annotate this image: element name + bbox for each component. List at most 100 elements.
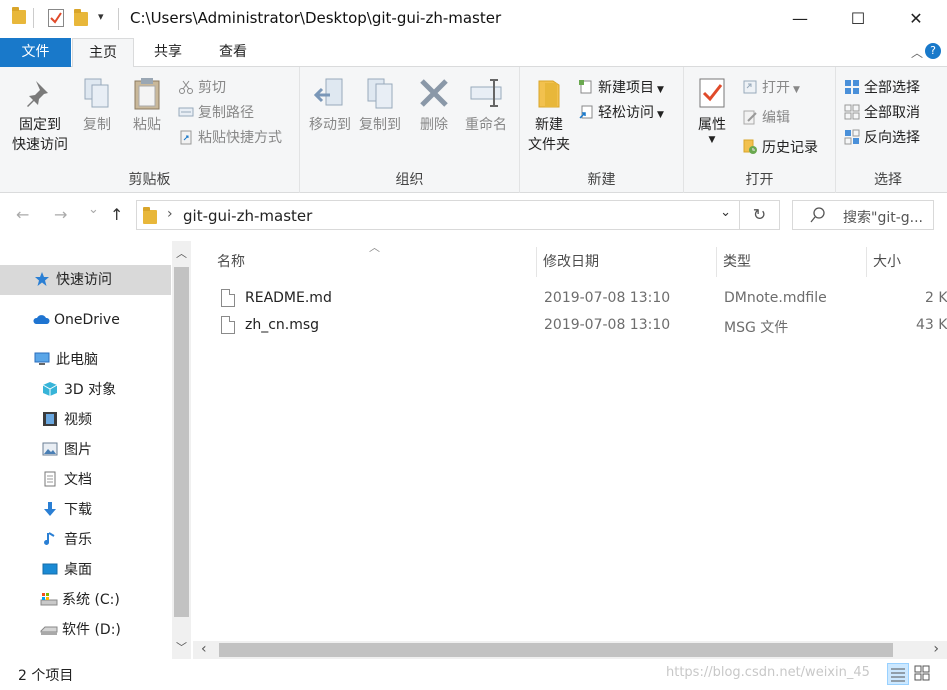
search-placeholder: 搜索"git-g...	[843, 210, 923, 226]
sidebar-item-quick-access[interactable]: 快速访问	[0, 265, 171, 295]
pin-to-quick-access-button[interactable]: 固定到 快速访问	[6, 75, 74, 155]
rename-button[interactable]: 重命名	[462, 75, 510, 135]
sidebar-item-label: OneDrive	[54, 312, 120, 328]
properties-label: 属性	[698, 117, 726, 133]
help-button[interactable]: ?	[925, 43, 941, 59]
search-icon	[809, 206, 827, 228]
edit-button[interactable]: 编辑	[742, 107, 790, 129]
properties-icon	[699, 78, 725, 108]
sidebar-item-label: 桌面	[64, 562, 92, 578]
column-divider[interactable]	[866, 247, 867, 277]
ribbon-tabs: 文件 主页 共享 查看 ︿ ?	[0, 38, 947, 68]
back-button[interactable]: ←	[16, 205, 29, 224]
table-row[interactable]: zh_cn.msg 2019-07-08 13:10 MSG 文件 43 K	[217, 313, 947, 339]
sidebar-item-drive-c[interactable]: 系统 (C:)	[0, 585, 171, 615]
breadcrumb-separator-icon[interactable]: ›	[167, 206, 173, 222]
copy-button[interactable]: 复制	[76, 75, 118, 135]
sidebar-item-3d-objects[interactable]: 3D 对象	[0, 375, 171, 405]
sidebar-item-desktop[interactable]: 桌面	[0, 555, 171, 585]
column-divider[interactable]	[536, 247, 537, 277]
sidebar-item-videos[interactable]: 视频	[0, 405, 171, 435]
large-icons-view-button[interactable]	[912, 663, 934, 685]
sidebar-item-documents[interactable]: 文档	[0, 465, 171, 495]
select-all-icon	[844, 79, 860, 95]
tab-home[interactable]: 主页	[72, 38, 134, 68]
details-view-button[interactable]	[887, 663, 909, 685]
sidebar-item-downloads[interactable]: 下载	[0, 495, 171, 525]
scissors-icon	[178, 79, 194, 95]
scroll-right-button[interactable]: ›	[933, 641, 939, 657]
properties-quick-icon[interactable]	[48, 9, 64, 27]
delete-button[interactable]: 删除	[414, 75, 454, 135]
minimize-button[interactable]: —	[771, 0, 829, 38]
organize-group-label: 组织	[395, 172, 424, 188]
easy-access-button[interactable]: 轻松访问 ▼	[578, 102, 664, 124]
file-name: README.md	[245, 290, 332, 306]
delete-icon	[420, 79, 448, 107]
paste-button[interactable]: 粘贴	[126, 75, 168, 135]
address-dropdown-button[interactable]: ⌄	[720, 205, 731, 220]
customize-quick-access-button[interactable]: ▾	[98, 10, 104, 23]
scroll-up-button[interactable]: ︿	[176, 245, 187, 261]
new-folder-quick-icon[interactable]	[74, 9, 88, 26]
history-button[interactable]: 历史记录	[742, 137, 818, 159]
search-input[interactable]: 搜索"git-g...	[792, 200, 934, 230]
item-count: 2 个项目	[18, 668, 74, 684]
navigation-pane-scrollbar[interactable]: ︿ ﹀	[172, 241, 191, 659]
breadcrumb-current[interactable]: git-gui-zh-master	[183, 207, 312, 225]
open-group: 属性 ▼ 打开 ▼ 编辑 历史记录 打开	[684, 67, 836, 193]
scrollbar-thumb[interactable]	[174, 267, 189, 617]
open-button[interactable]: 打开 ▼	[742, 77, 800, 99]
open-group-label: 打开	[745, 172, 774, 188]
tab-share[interactable]: 共享	[138, 38, 198, 67]
scroll-down-button[interactable]: ﹀	[176, 639, 187, 655]
forward-button[interactable]: →	[54, 205, 67, 224]
sidebar-item-this-pc[interactable]: 此电脑	[0, 345, 171, 375]
properties-button[interactable]: 属性 ▼	[690, 75, 734, 145]
select-none-button[interactable]: 全部取消	[844, 102, 920, 124]
close-button[interactable]: ✕	[887, 0, 945, 38]
select-all-button[interactable]: 全部选择	[844, 77, 920, 99]
copy-to-button[interactable]: 复制到	[356, 75, 404, 135]
column-header-date[interactable]: 修改日期	[543, 251, 599, 271]
scrollbar-thumb[interactable]	[219, 643, 893, 657]
table-row[interactable]: README.md 2019-07-08 13:10 DMnote.mdfile…	[217, 286, 947, 312]
new-item-button[interactable]: 新建项目 ▼	[578, 77, 664, 99]
rename-icon	[470, 79, 502, 107]
scroll-left-button[interactable]: ‹	[201, 641, 207, 657]
file-date: 2019-07-08 13:10	[544, 317, 671, 333]
column-header-size[interactable]: 大小	[873, 251, 901, 271]
music-icon	[42, 528, 58, 545]
recent-locations-button[interactable]: ⌄	[88, 202, 99, 217]
cut-button[interactable]: 剪切	[178, 77, 226, 99]
tab-file[interactable]: 文件	[0, 38, 71, 67]
paste-label: 粘贴	[133, 117, 161, 133]
maximize-button[interactable]: ☐	[829, 0, 887, 38]
paste-shortcut-button[interactable]: 粘贴快捷方式	[178, 127, 282, 149]
copy-path-button[interactable]: 复制路径	[178, 102, 254, 124]
invert-selection-button[interactable]: 反向选择	[844, 127, 920, 149]
cloud-icon	[32, 308, 50, 324]
refresh-button[interactable]: ↻	[740, 200, 780, 230]
sidebar-item-drive-d[interactable]: 软件 (D:)	[0, 615, 171, 645]
separator	[118, 8, 119, 30]
address-bar[interactable]: › git-gui-zh-master ⌄	[136, 200, 740, 230]
column-header-name[interactable]: 名称	[217, 251, 245, 271]
sidebar-item-onedrive[interactable]: OneDrive	[0, 305, 171, 335]
new-item-icon	[578, 79, 594, 95]
move-to-button[interactable]: 移动到	[306, 75, 354, 135]
invert-selection-icon	[844, 129, 860, 145]
folder-icon	[12, 7, 26, 24]
collapse-ribbon-button[interactable]: ︿	[911, 44, 923, 61]
file-date: 2019-07-08 13:10	[544, 290, 671, 306]
sidebar-item-music[interactable]: 音乐	[0, 525, 171, 555]
computer-icon	[34, 348, 50, 365]
tab-view[interactable]: 查看	[203, 38, 263, 67]
horizontal-scrollbar[interactable]: ‹ ›	[193, 641, 947, 659]
sidebar-item-pictures[interactable]: 图片	[0, 435, 171, 465]
column-header-type[interactable]: 类型	[723, 251, 751, 271]
column-divider[interactable]	[716, 247, 717, 277]
new-folder-button[interactable]: 新建 文件夹	[524, 75, 574, 155]
up-button[interactable]: ↑	[110, 205, 123, 224]
star-icon	[34, 268, 50, 286]
